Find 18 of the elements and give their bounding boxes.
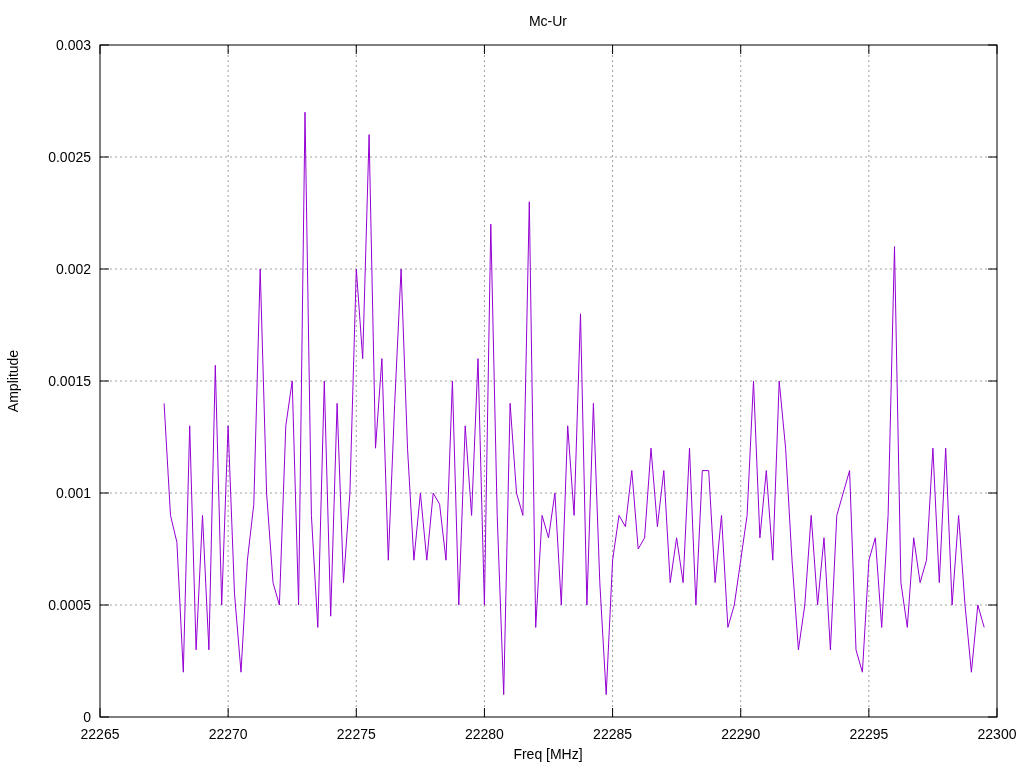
tick-label: 22285 <box>593 726 633 742</box>
tick-label: 0.002 <box>55 261 91 277</box>
tick-label: 22265 <box>80 726 120 742</box>
tick-label: 22270 <box>208 726 248 742</box>
tick-label: 22290 <box>721 726 761 742</box>
tick-label: 0 <box>83 709 91 725</box>
tick-label: 0.0025 <box>48 149 91 165</box>
tick-label: 0.0005 <box>48 597 91 613</box>
axis-label: Freq [MHz] <box>513 746 583 762</box>
tick-label: 22280 <box>464 726 504 742</box>
tick-label: 22295 <box>849 726 889 742</box>
tick-label: 0.001 <box>55 485 91 501</box>
tick-label: 0.003 <box>55 37 91 53</box>
tick-label: 0.0015 <box>48 373 91 389</box>
chart-title: Mc-Ur <box>528 13 568 29</box>
tick-label: 22300 <box>977 726 1017 742</box>
tick-label: 22275 <box>336 726 376 742</box>
axis-label: Amplitude <box>5 349 21 413</box>
